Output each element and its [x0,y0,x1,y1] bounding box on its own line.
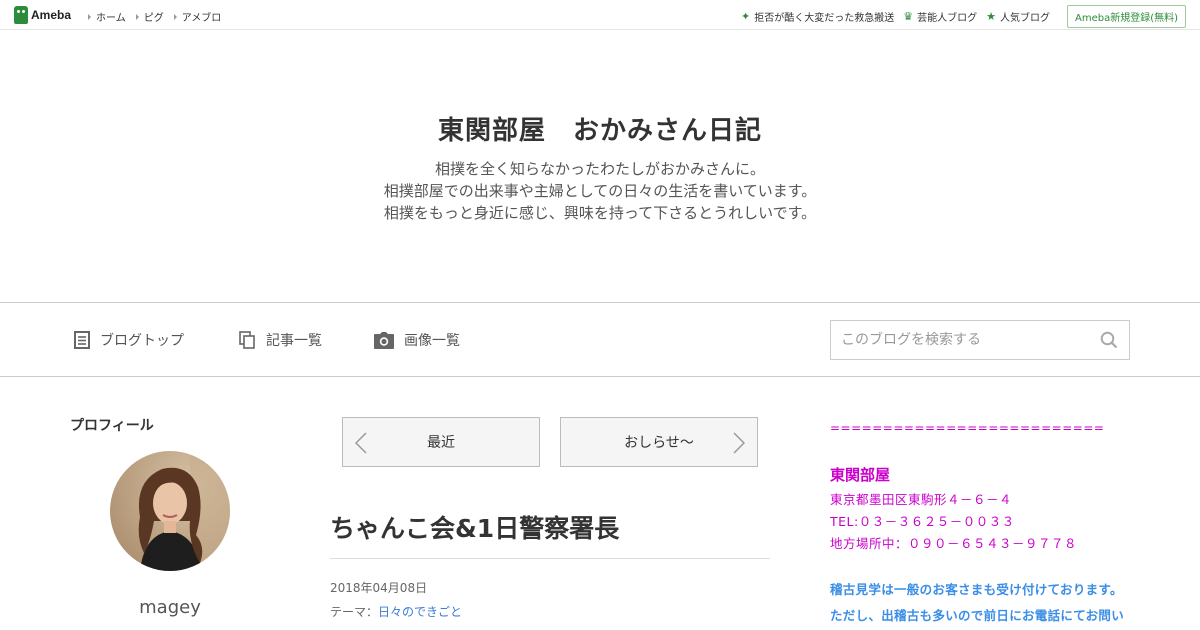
nav-link-ameblo[interactable]: アメブロ [174,9,222,24]
global-header: Ameba ホーム ピグ アメブロ ✦ 拒否が酷く大変だった救急搬送 ♛ 芸能人… [0,0,1200,30]
blog-search [830,320,1130,360]
global-nav: ホーム ピグ アメブロ [88,9,221,24]
blog-title[interactable]: 東関部屋 おかみさん日記 [0,110,1200,147]
prev-entry-button[interactable]: 最近 [342,417,540,467]
nav-article-list[interactable]: 記事一覧 [239,330,322,350]
sidebar-notice-line: 稽古見学は一般のお客さまも受け付けております。 [830,582,1123,597]
entry-theme-prefix: テーマ： [330,605,379,619]
blog-description: 相撲を全く知らなかったわたしがおかみさんに。 相撲部屋での出来事や主婦としての日… [0,158,1200,224]
chevron-right-icon [733,432,745,454]
sidebar-regional-tel: 地方場所中：０９０－６５４３－９７７８ [830,536,1078,551]
popular-blog-label: 人気ブログ [999,13,1050,24]
ameba-logo-icon [14,6,28,24]
blog-description-line: 相撲部屋での出来事や主婦としての日々の生活を書いています。 [383,182,817,200]
document-icon [74,331,90,349]
nav-link-pigg[interactable]: ピグ [136,9,164,24]
header-right-links: ✦ 拒否が酷く大変だった救急搬送 ♛ 芸能人ブログ ★ 人気ブログ Ameba新… [741,5,1186,28]
blog-header: 東関部屋 おかみさん日記 相撲を全く知らなかったわたしがおかみさんに。 相撲部屋… [0,30,1200,303]
copy-icon [239,331,255,349]
entry-divider [330,558,770,559]
entry-title[interactable]: ちゃんこ会&1日警察署長 [330,509,770,545]
celebrity-blog-label: 芸能人ブログ [917,13,978,24]
signup-button[interactable]: Ameba新規登録(無料) [1066,5,1186,28]
search-icon[interactable] [1089,321,1129,359]
ameba-logo-text: Ameba [31,8,72,22]
sidebar-tel: TEL:０３－３６２５－００３３ [830,514,1015,529]
prev-entry-label: 最近 [427,435,455,451]
trending-link-label: 拒否が酷く大変だった救急搬送 [754,13,895,24]
ameba-logo[interactable]: Ameba [14,6,71,24]
sparkle-icon: ✦ [741,10,751,23]
camera-icon [374,331,394,349]
blog-description-line: 相撲を全く知らなかったわたしがおかみさんに。 [434,160,765,178]
blog-nav: ブログトップ 記事一覧 画像一覧 [0,303,1200,377]
search-input[interactable] [831,321,1089,359]
blog-description-line: 相撲をもっと身近に感じ、興味を持って下さるとうれしいです。 [383,204,817,222]
sidebar-notice-line: ただし、出稽古も多いので前日にお電話にてお問い [830,608,1125,623]
trending-link[interactable]: ✦ 拒否が酷く大変だった救急搬送 [741,9,894,24]
celebrity-blog-link[interactable]: ♛ 芸能人ブログ [903,9,977,24]
nav-image-list[interactable]: 画像一覧 [374,330,460,350]
nav-article-list-label: 記事一覧 [266,333,322,349]
sidebar-divider-text: ========================== [830,421,1105,435]
nav-blog-top[interactable]: ブログトップ [74,330,184,350]
next-entry-label: おしらせ〜 [624,435,694,451]
crown-icon: ♛ [903,10,914,23]
chevron-left-icon [355,432,367,454]
next-entry-button[interactable]: おしらせ〜 [560,417,758,467]
popular-blog-link[interactable]: ★ 人気ブログ [986,9,1050,24]
profile-name[interactable]: magey [70,597,270,618]
sidebar-address: 東京都墨田区東駒形４－６－４ [830,492,1013,507]
avatar[interactable] [110,451,230,571]
entry-theme-link[interactable]: 日々のできごと [378,605,462,619]
profile-heading: プロフィール [70,418,154,434]
nav-link-home[interactable]: ホーム [88,9,126,24]
star-icon: ★ [986,10,996,23]
entry-date: 2018年04月08日 [330,581,428,595]
entry-theme: テーマ：日々のできごと [330,603,462,620]
nav-image-list-label: 画像一覧 [404,333,460,349]
sidebar-stable-name: 東関部屋 [830,466,891,484]
nav-blog-top-label: ブログトップ [100,333,184,349]
